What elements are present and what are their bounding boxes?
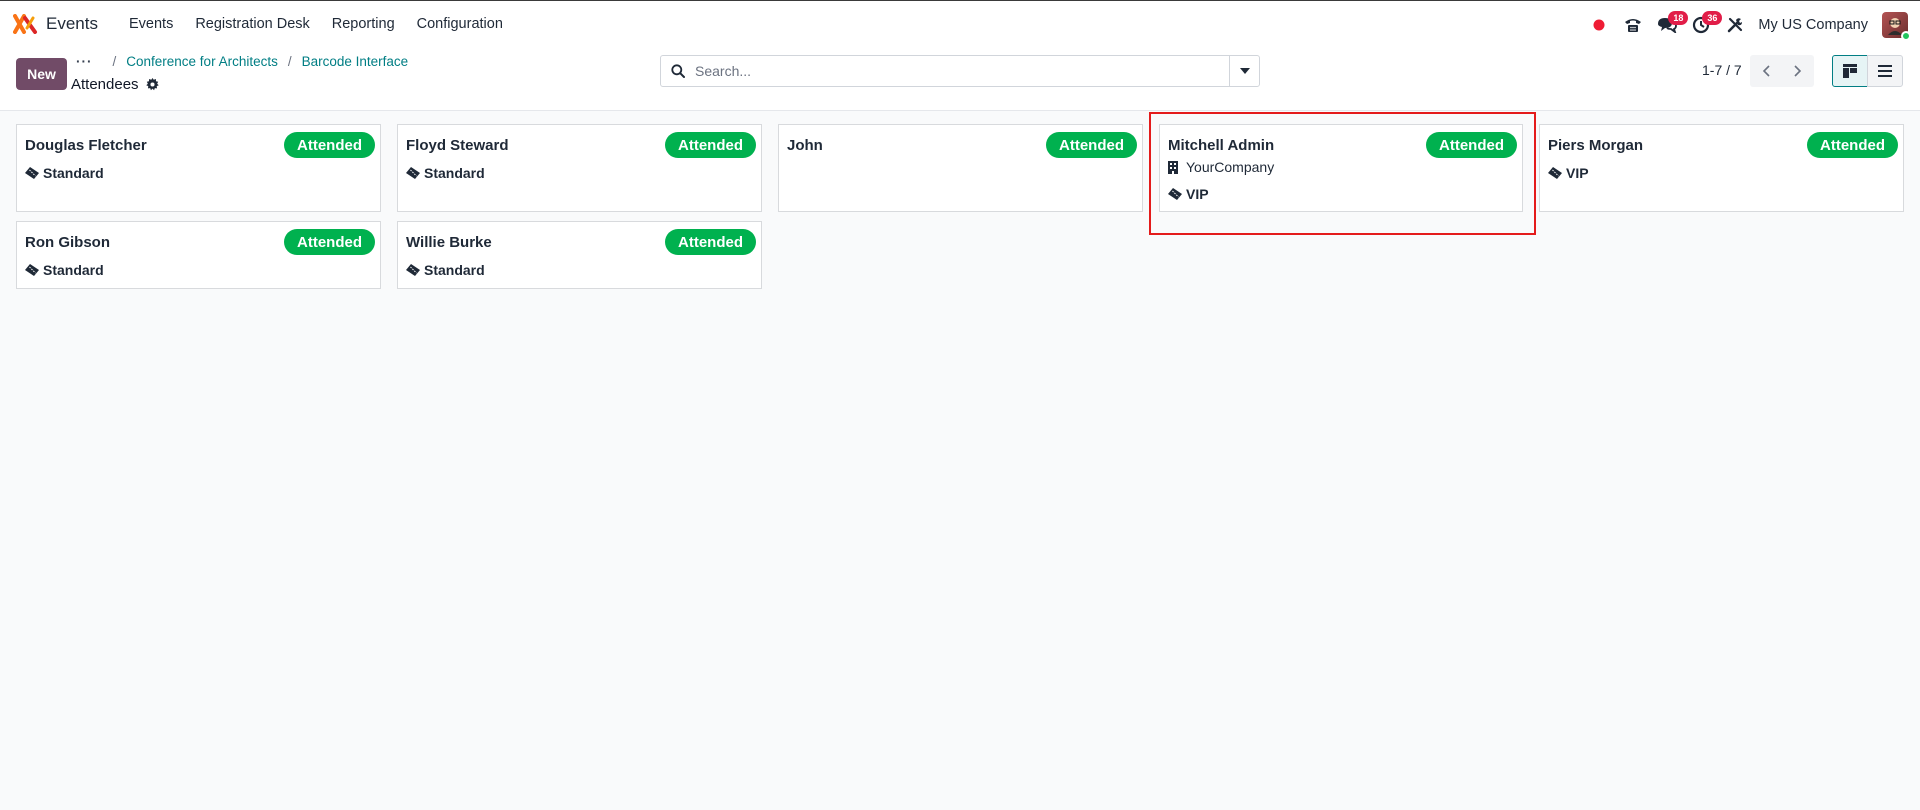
attendee-card[interactable]: Willie Burke Attended Standard	[397, 221, 762, 289]
ticket-icon	[25, 167, 41, 179]
ticket-line: VIP	[1548, 165, 1589, 181]
online-status-dot	[1901, 30, 1911, 41]
ticket-line: Standard	[25, 262, 104, 278]
search-input[interactable]	[695, 63, 1229, 79]
attendee-name: Floyd Steward	[406, 137, 509, 154]
list-icon	[1878, 65, 1892, 77]
tools-icon[interactable]	[1718, 1, 1752, 48]
attendee-name: Piers Morgan	[1548, 137, 1644, 154]
ticket-type: Standard	[424, 262, 485, 278]
control-panel: New ··· / Conference for Architects / Ba…	[0, 47, 1920, 111]
status-badge[interactable]: Attended	[1046, 132, 1137, 158]
main-menu: Events Registration Desk Reporting Confi…	[118, 1, 514, 47]
menu-item-registration-desk[interactable]: Registration Desk	[184, 1, 320, 47]
status-badge[interactable]: Attended	[1807, 132, 1898, 158]
new-button[interactable]: New	[16, 58, 67, 90]
company-line: YourCompany	[1168, 159, 1274, 175]
ticket-type: Standard	[424, 165, 485, 181]
company-switcher[interactable]: My US Company	[1758, 17, 1868, 33]
chevron-right-icon	[1794, 65, 1802, 77]
attendee-card[interactable]: Ron Gibson Attended Standard	[16, 221, 381, 289]
ticket-type: VIP	[1186, 186, 1209, 202]
attendee-card[interactable]: Piers Morgan Attended VIP	[1539, 124, 1904, 212]
ticket-icon	[1548, 167, 1564, 179]
gear-icon[interactable]	[145, 78, 159, 91]
attendee-card[interactable]: John Attended	[778, 124, 1143, 212]
phone-icon[interactable]	[1616, 1, 1650, 48]
breadcrumb-separator: /	[112, 54, 117, 69]
attendee-name: John	[787, 137, 823, 154]
ticket-icon	[1168, 188, 1184, 200]
page-title-row: Attendees	[71, 76, 159, 93]
menu-item-reporting[interactable]: Reporting	[321, 1, 406, 47]
ticket-icon	[406, 264, 422, 276]
status-badge[interactable]: Attended	[284, 229, 375, 255]
attendee-card[interactable]: Douglas Fletcher Attended Standard	[16, 124, 381, 212]
ticket-type: Standard	[43, 165, 104, 181]
ticket-line: VIP	[1168, 186, 1209, 202]
ticket-line: Standard	[406, 262, 485, 278]
attendee-company: YourCompany	[1186, 159, 1275, 175]
kanban-icon	[1843, 64, 1857, 78]
attendee-name: Willie Burke	[406, 234, 492, 251]
breadcrumb-conference[interactable]: Conference for Architects	[126, 54, 278, 69]
messages-icon[interactable]: 18	[1650, 1, 1689, 48]
ticket-line: Standard	[25, 165, 104, 181]
app-name: Events	[46, 14, 98, 33]
systray: 18 36 My US Company	[1582, 1, 1920, 48]
attendee-card[interactable]: Floyd Steward Attended Standard	[397, 124, 762, 212]
ticket-icon	[25, 264, 41, 276]
search-options-toggle[interactable]	[1229, 56, 1259, 86]
ticket-icon	[406, 167, 422, 179]
ticket-line: Standard	[406, 165, 485, 181]
activities-icon[interactable]: 36	[1684, 1, 1723, 48]
search-icon	[661, 64, 695, 78]
odoo-x-logo-icon	[12, 12, 40, 36]
attendee-name: Ron Gibson	[25, 234, 110, 251]
app-brand[interactable]: Events	[12, 1, 98, 47]
pager-previous-button[interactable]	[1750, 55, 1782, 87]
attendee-card[interactable]: Mitchell Admin Attended YourCompany VIP	[1159, 124, 1523, 212]
breadcrumb-barcode-interface[interactable]: Barcode Interface	[302, 54, 409, 69]
attendee-name: Douglas Fletcher	[25, 137, 147, 154]
ticket-type: VIP	[1566, 165, 1589, 181]
breadcrumb: ··· / Conference for Architects / Barcod…	[76, 54, 408, 69]
menu-item-events[interactable]: Events	[118, 1, 184, 47]
status-badge[interactable]: Attended	[284, 132, 375, 158]
status-badge[interactable]: Attended	[665, 132, 756, 158]
chevron-left-icon	[1762, 65, 1770, 77]
chevron-down-icon	[1239, 68, 1250, 74]
status-badge[interactable]: Attended	[665, 229, 756, 255]
menu-item-configuration[interactable]: Configuration	[406, 1, 514, 47]
page-title: Attendees	[71, 76, 139, 93]
list-view-button[interactable]	[1867, 55, 1903, 87]
ticket-type: Standard	[43, 262, 104, 278]
status-badge[interactable]: Attended	[1426, 132, 1517, 158]
pager-value[interactable]: 1-7 / 7	[1702, 62, 1742, 78]
pager-next-button[interactable]	[1782, 55, 1814, 87]
breadcrumb-collapsed-dots[interactable]: ···	[76, 54, 93, 69]
search-bar	[660, 55, 1260, 87]
breadcrumb-separator: /	[287, 54, 292, 69]
recording-indicator-icon[interactable]	[1582, 1, 1616, 48]
top-navbar: Events Events Registration Desk Reportin…	[0, 0, 1920, 47]
attendee-name: Mitchell Admin	[1168, 137, 1275, 154]
user-avatar[interactable]	[1882, 11, 1911, 41]
building-icon	[1168, 160, 1184, 174]
kanban-view-button[interactable]	[1832, 55, 1868, 87]
